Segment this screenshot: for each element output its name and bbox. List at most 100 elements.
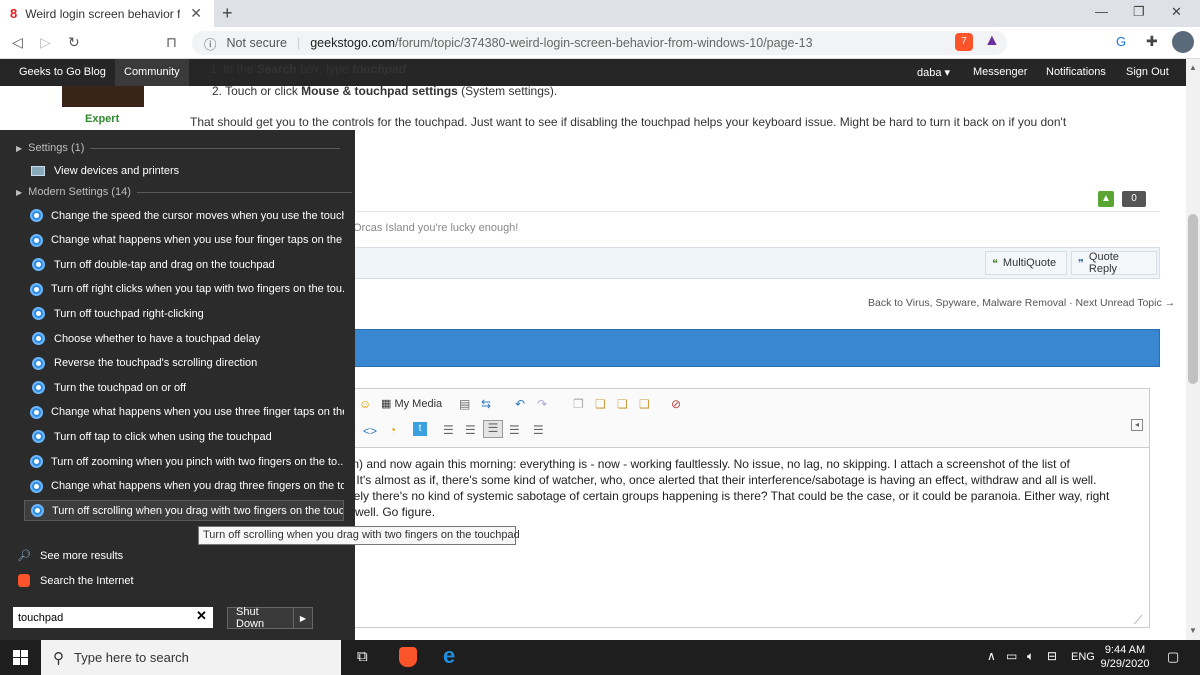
emoticon-icon[interactable]: ☺	[359, 397, 371, 411]
post-step-2: 2. Touch or click Mouse & touchpad setti…	[212, 84, 558, 98]
action-center-icon[interactable]: ▢	[1167, 649, 1179, 665]
edge-taskbar-icon[interactable]: e	[443, 643, 455, 669]
url-bar[interactable]: ⓘ Not secure | geekstogo.com /forum/topi…	[192, 31, 1007, 55]
quote-reply-button[interactable]: ❞ Quote Reply	[1071, 251, 1157, 275]
bookmark-icon[interactable]: ⊓	[166, 34, 177, 51]
scroll-down-icon[interactable]: ▼	[1189, 626, 1197, 635]
profile-avatar[interactable]	[1172, 31, 1194, 53]
special-char-icon[interactable]: ⇆	[481, 397, 491, 411]
brave-rewards-icon[interactable]: ▲	[984, 32, 1000, 50]
reload-button[interactable]: ↻	[68, 34, 80, 51]
volume-icon[interactable]: 🔈︎	[1027, 649, 1034, 664]
settings-result-item[interactable]: Change the speed the cursor moves when y…	[24, 205, 344, 226]
align-left-icon[interactable]: ☰	[483, 420, 503, 438]
tray-chevron-icon[interactable]: ∧	[987, 649, 996, 663]
clock[interactable]: 9:44 AM 9/29/2020	[1100, 643, 1150, 671]
settings-result-item[interactable]: Reverse the touchpad's scrolling directi…	[24, 353, 344, 374]
see-more-results[interactable]: 🔎︎ See more results	[10, 545, 330, 566]
quote-bubble-icon[interactable]: ◔	[389, 423, 396, 437]
paste-icon[interactable]: ❏	[617, 397, 628, 411]
taskbar-search-box[interactable]: ⚲ Type here to search	[41, 640, 341, 675]
network-icon[interactable]: ⊟	[1047, 649, 1057, 663]
settings-result-item[interactable]: Turn off touchpad right-clicking	[24, 303, 344, 324]
settings-result-label: Turn off touchpad right-clicking	[54, 307, 204, 320]
settings-gear-icon	[30, 257, 46, 273]
nav-user-menu[interactable]: daba ▾	[917, 66, 950, 79]
align-right-icon[interactable]: ☰	[533, 423, 544, 437]
indent-icon[interactable]: ☰	[465, 423, 476, 437]
settings-result-label: Change the speed the cursor moves when y…	[51, 209, 344, 222]
url-path: /forum/topic/374380-weird-login-screen-b…	[395, 36, 813, 50]
settings-result-item[interactable]: Change what happens when you use three f…	[24, 402, 344, 423]
start-search-input[interactable]	[13, 607, 213, 628]
remove-format-icon[interactable]: ⊘	[671, 397, 681, 411]
rep-up-button[interactable]: ▲	[1098, 191, 1114, 207]
settings-result-item[interactable]: Choose whether to have a touchpad delay	[24, 328, 344, 349]
redo-icon[interactable]: ↷	[537, 397, 547, 411]
cut-icon[interactable]: ❐	[573, 397, 584, 411]
nav-community-link[interactable]: Community	[115, 59, 189, 86]
scroll-thumb[interactable]	[1188, 214, 1198, 384]
resize-handle-icon[interactable]: ⟋	[1134, 613, 1142, 628]
start-search-panel: ▶ Settings (1) View devices and printers…	[0, 130, 355, 640]
maximize-button[interactable]: ❐	[1133, 4, 1145, 20]
code-icon[interactable]: <>	[363, 424, 377, 438]
translate-icon[interactable]: G	[1116, 34, 1126, 49]
close-window-button[interactable]: ✕	[1171, 4, 1182, 20]
brave-shields-icon[interactable]: 7	[955, 33, 973, 51]
forward-button[interactable]: ▷	[40, 34, 51, 51]
result-view-devices[interactable]: View devices and printers	[24, 160, 344, 181]
scroll-up-icon[interactable]: ▲	[1189, 63, 1197, 72]
nav-blog-link[interactable]: Geeks to Go Blog	[19, 66, 106, 78]
my-media-button[interactable]: ▦ My Media	[381, 397, 442, 410]
settings-result-item[interactable]: Change what happens when you drag three …	[24, 476, 344, 497]
multiquote-icon: ❝	[992, 257, 998, 270]
undo-icon[interactable]: ↶	[515, 397, 525, 411]
editor-scroll-arrow-icon[interactable]: ◂	[1131, 419, 1143, 431]
close-tab-icon[interactable]: ✕	[190, 5, 202, 22]
paste-word-icon[interactable]: ❏	[639, 397, 650, 411]
brave-taskbar-icon[interactable]	[399, 647, 417, 667]
settings-result-item[interactable]: Turn off right clicks when you tap with …	[24, 279, 344, 300]
settings-result-item[interactable]: Turn off zooming when you pinch with two…	[24, 451, 344, 472]
browser-tab-bar: 8 Weird login screen behavior from Win..…	[0, 0, 1200, 27]
post-body: That should get you to the controls for …	[190, 115, 1067, 129]
back-button[interactable]: ◁	[12, 34, 23, 51]
settings-result-item[interactable]: Turn off tap to click when using the tou…	[24, 426, 344, 447]
settings-result-label: Turn off double-tap and drag on the touc…	[54, 258, 275, 271]
copy-icon[interactable]: ❏	[595, 397, 606, 411]
info-icon: ⓘ	[204, 37, 217, 52]
search-internet[interactable]: Search the Internet	[10, 570, 330, 591]
settings-result-item[interactable]: Change what happens when you use four fi…	[24, 230, 344, 251]
settings-gear-icon	[31, 503, 44, 519]
nav-notifications-link[interactable]: Notifications	[1046, 66, 1106, 78]
back-to-forum-link[interactable]: Back to Virus, Spyware, Malware Removal …	[868, 297, 1175, 309]
table-icon[interactable]: ▤	[459, 397, 470, 411]
windows-taskbar: ⚲ Type here to search ⧉ e ∧ ▭ 🔈︎ ⊟ ENG 9…	[0, 640, 1200, 675]
nav-messenger-link[interactable]: Messenger	[973, 66, 1027, 78]
windows-start-icon[interactable]	[13, 650, 28, 665]
multiquote-button[interactable]: ❝ MultiQuote	[985, 251, 1067, 275]
shutdown-button[interactable]: Shut Down ▶	[227, 606, 313, 630]
minimize-button[interactable]: —	[1095, 4, 1108, 19]
settings-gear-icon	[30, 429, 46, 445]
settings-result-item[interactable]: Turn off double-tap and drag on the touc…	[24, 254, 344, 275]
align-center-icon[interactable]: ☰	[509, 423, 520, 437]
group-modern-settings-header[interactable]: ▶ Modern Settings (14)	[16, 186, 352, 198]
twitter-icon[interactable]: t	[413, 422, 427, 436]
shutdown-options-icon[interactable]: ▶	[294, 614, 312, 623]
new-tab-button[interactable]: +	[222, 3, 233, 24]
nav-signout-link[interactable]: Sign Out	[1126, 66, 1169, 78]
outdent-icon[interactable]: ☰	[443, 423, 454, 437]
battery-icon[interactable]: ▭	[1006, 649, 1017, 663]
settings-result-item[interactable]: Turn off scrolling when you drag with tw…	[24, 500, 344, 522]
extensions-icon[interactable]: ✚	[1146, 33, 1158, 50]
settings-result-label: Change what happens when you use three f…	[51, 406, 344, 419]
group-settings-header[interactable]: ▶ Settings (1)	[16, 142, 341, 154]
browser-tab[interactable]: 8 Weird login screen behavior from Win..…	[0, 0, 214, 27]
task-view-icon[interactable]: ⧉	[357, 648, 368, 665]
page-scrollbar[interactable]: ▲ ▼	[1186, 59, 1200, 640]
clear-search-icon[interactable]: ✕	[196, 608, 207, 624]
language-indicator[interactable]: ENG	[1071, 651, 1095, 663]
settings-result-item[interactable]: Turn the touchpad on or off	[24, 377, 344, 398]
